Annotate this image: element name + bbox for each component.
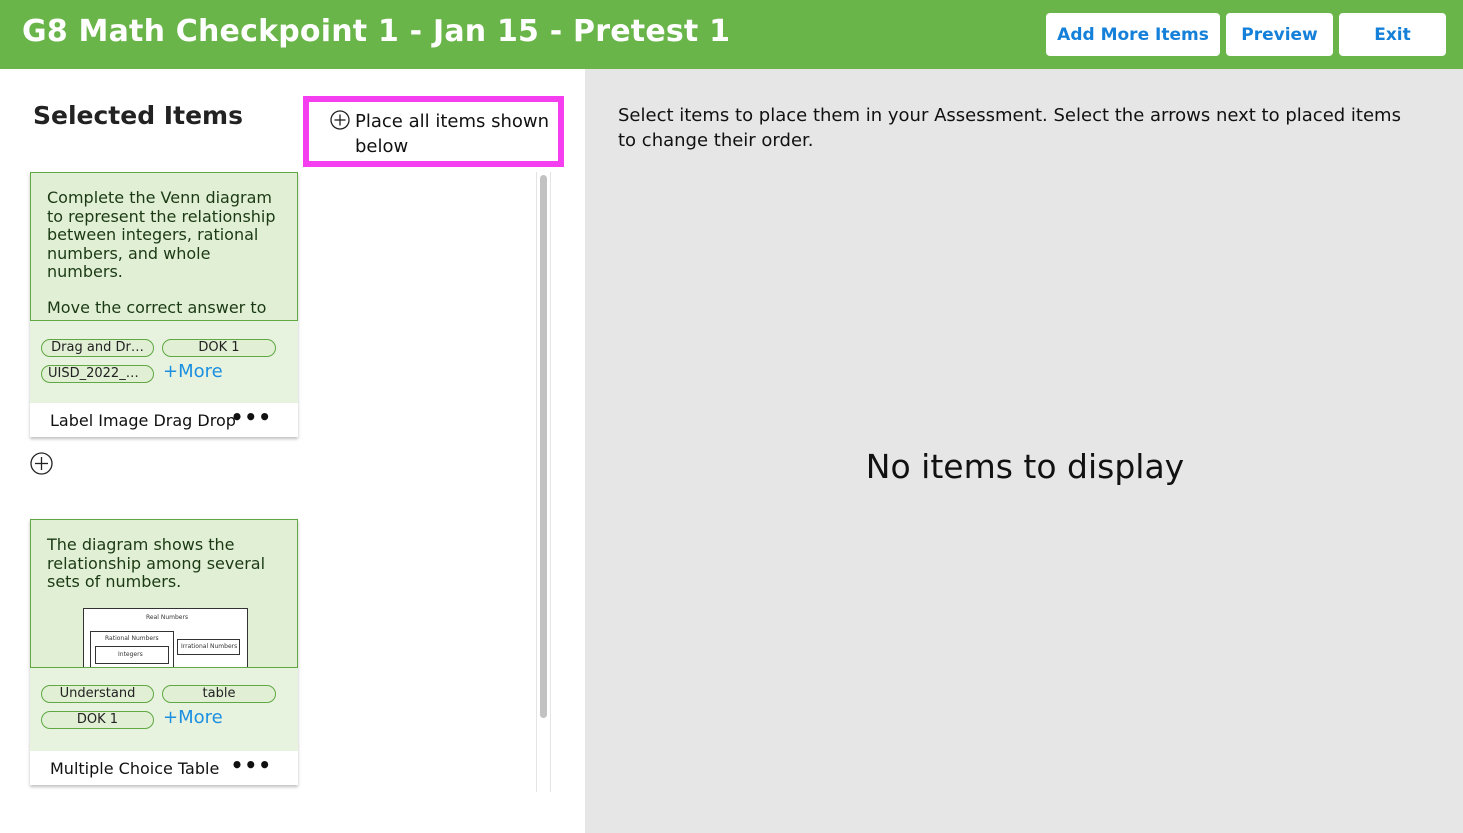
- more-horizontal-icon[interactable]: •••: [231, 405, 272, 429]
- item-tag: table: [162, 685, 276, 703]
- more-tags-link[interactable]: +More: [163, 361, 223, 382]
- top-bar: G8 Math Checkpoint 1 - Jan 15 - Pretest …: [0, 0, 1463, 69]
- item-type-label: Multiple Choice Table: [50, 759, 220, 778]
- item-card[interactable]: Complete the Venn diagram to represent t…: [30, 172, 298, 437]
- item-card[interactable]: The diagram shows the relationship among…: [30, 519, 298, 785]
- exit-button[interactable]: Exit: [1339, 13, 1446, 56]
- item-preview-text: Complete the Venn diagram to represent t…: [47, 188, 276, 317]
- rational-numbers-box: Rational Numbers Integers: [90, 631, 174, 667]
- item-tag: UISD_2022_G…: [41, 365, 154, 383]
- item-tag: Drag and Dr…: [41, 339, 154, 357]
- item-preview[interactable]: The diagram shows the relationship among…: [30, 519, 298, 668]
- instructions-text: Select items to place them in your Asses…: [618, 105, 1401, 151]
- plus-circle-icon: [330, 110, 350, 130]
- item-tag: DOK 1: [41, 711, 154, 729]
- scrollbar-thumb[interactable]: [540, 175, 547, 718]
- assessment-panel: Select items to place them in your Asses…: [585, 69, 1463, 833]
- selected-items-panel: Selected Items Place all items shown bel…: [0, 69, 585, 833]
- integers-box: Integers: [95, 646, 169, 664]
- item-tag: Understand: [41, 685, 154, 703]
- diagram-label: Integers: [118, 651, 143, 658]
- item-type-label: Label Image Drag Drop: [50, 411, 236, 430]
- number-sets-diagram: Real Numbers Rational Numbers Integers I…: [83, 608, 248, 667]
- more-tags-link[interactable]: +More: [163, 707, 223, 728]
- empty-state-message: No items to display: [865, 447, 1185, 486]
- diagram-label: Rational Numbers: [105, 635, 159, 642]
- item-card-footer: Multiple Choice Table •••: [30, 751, 298, 785]
- item-tag: DOK 1: [162, 339, 276, 357]
- preview-button[interactable]: Preview: [1226, 13, 1333, 56]
- item-preview[interactable]: Complete the Venn diagram to represent t…: [30, 172, 298, 321]
- assessment-title: G8 Math Checkpoint 1 - Jan 15 - Pretest …: [22, 14, 731, 49]
- selected-items-heading: Selected Items: [33, 101, 243, 130]
- plus-circle-icon[interactable]: [30, 452, 53, 475]
- place-all-items-label: Place all items shown below: [355, 111, 550, 157]
- diagram-label: Irrational Numbers: [181, 643, 238, 650]
- irrational-numbers-box: Irrational Numbers: [177, 639, 240, 655]
- diagram-label: Real Numbers: [146, 614, 189, 621]
- add-more-items-button[interactable]: Add More Items: [1046, 13, 1220, 56]
- more-horizontal-icon[interactable]: •••: [231, 753, 272, 777]
- place-all-items-button[interactable]: Place all items shown below: [303, 96, 564, 167]
- item-preview-text: The diagram shows the relationship among…: [47, 535, 266, 591]
- item-card-footer: Label Image Drag Drop •••: [30, 403, 298, 437]
